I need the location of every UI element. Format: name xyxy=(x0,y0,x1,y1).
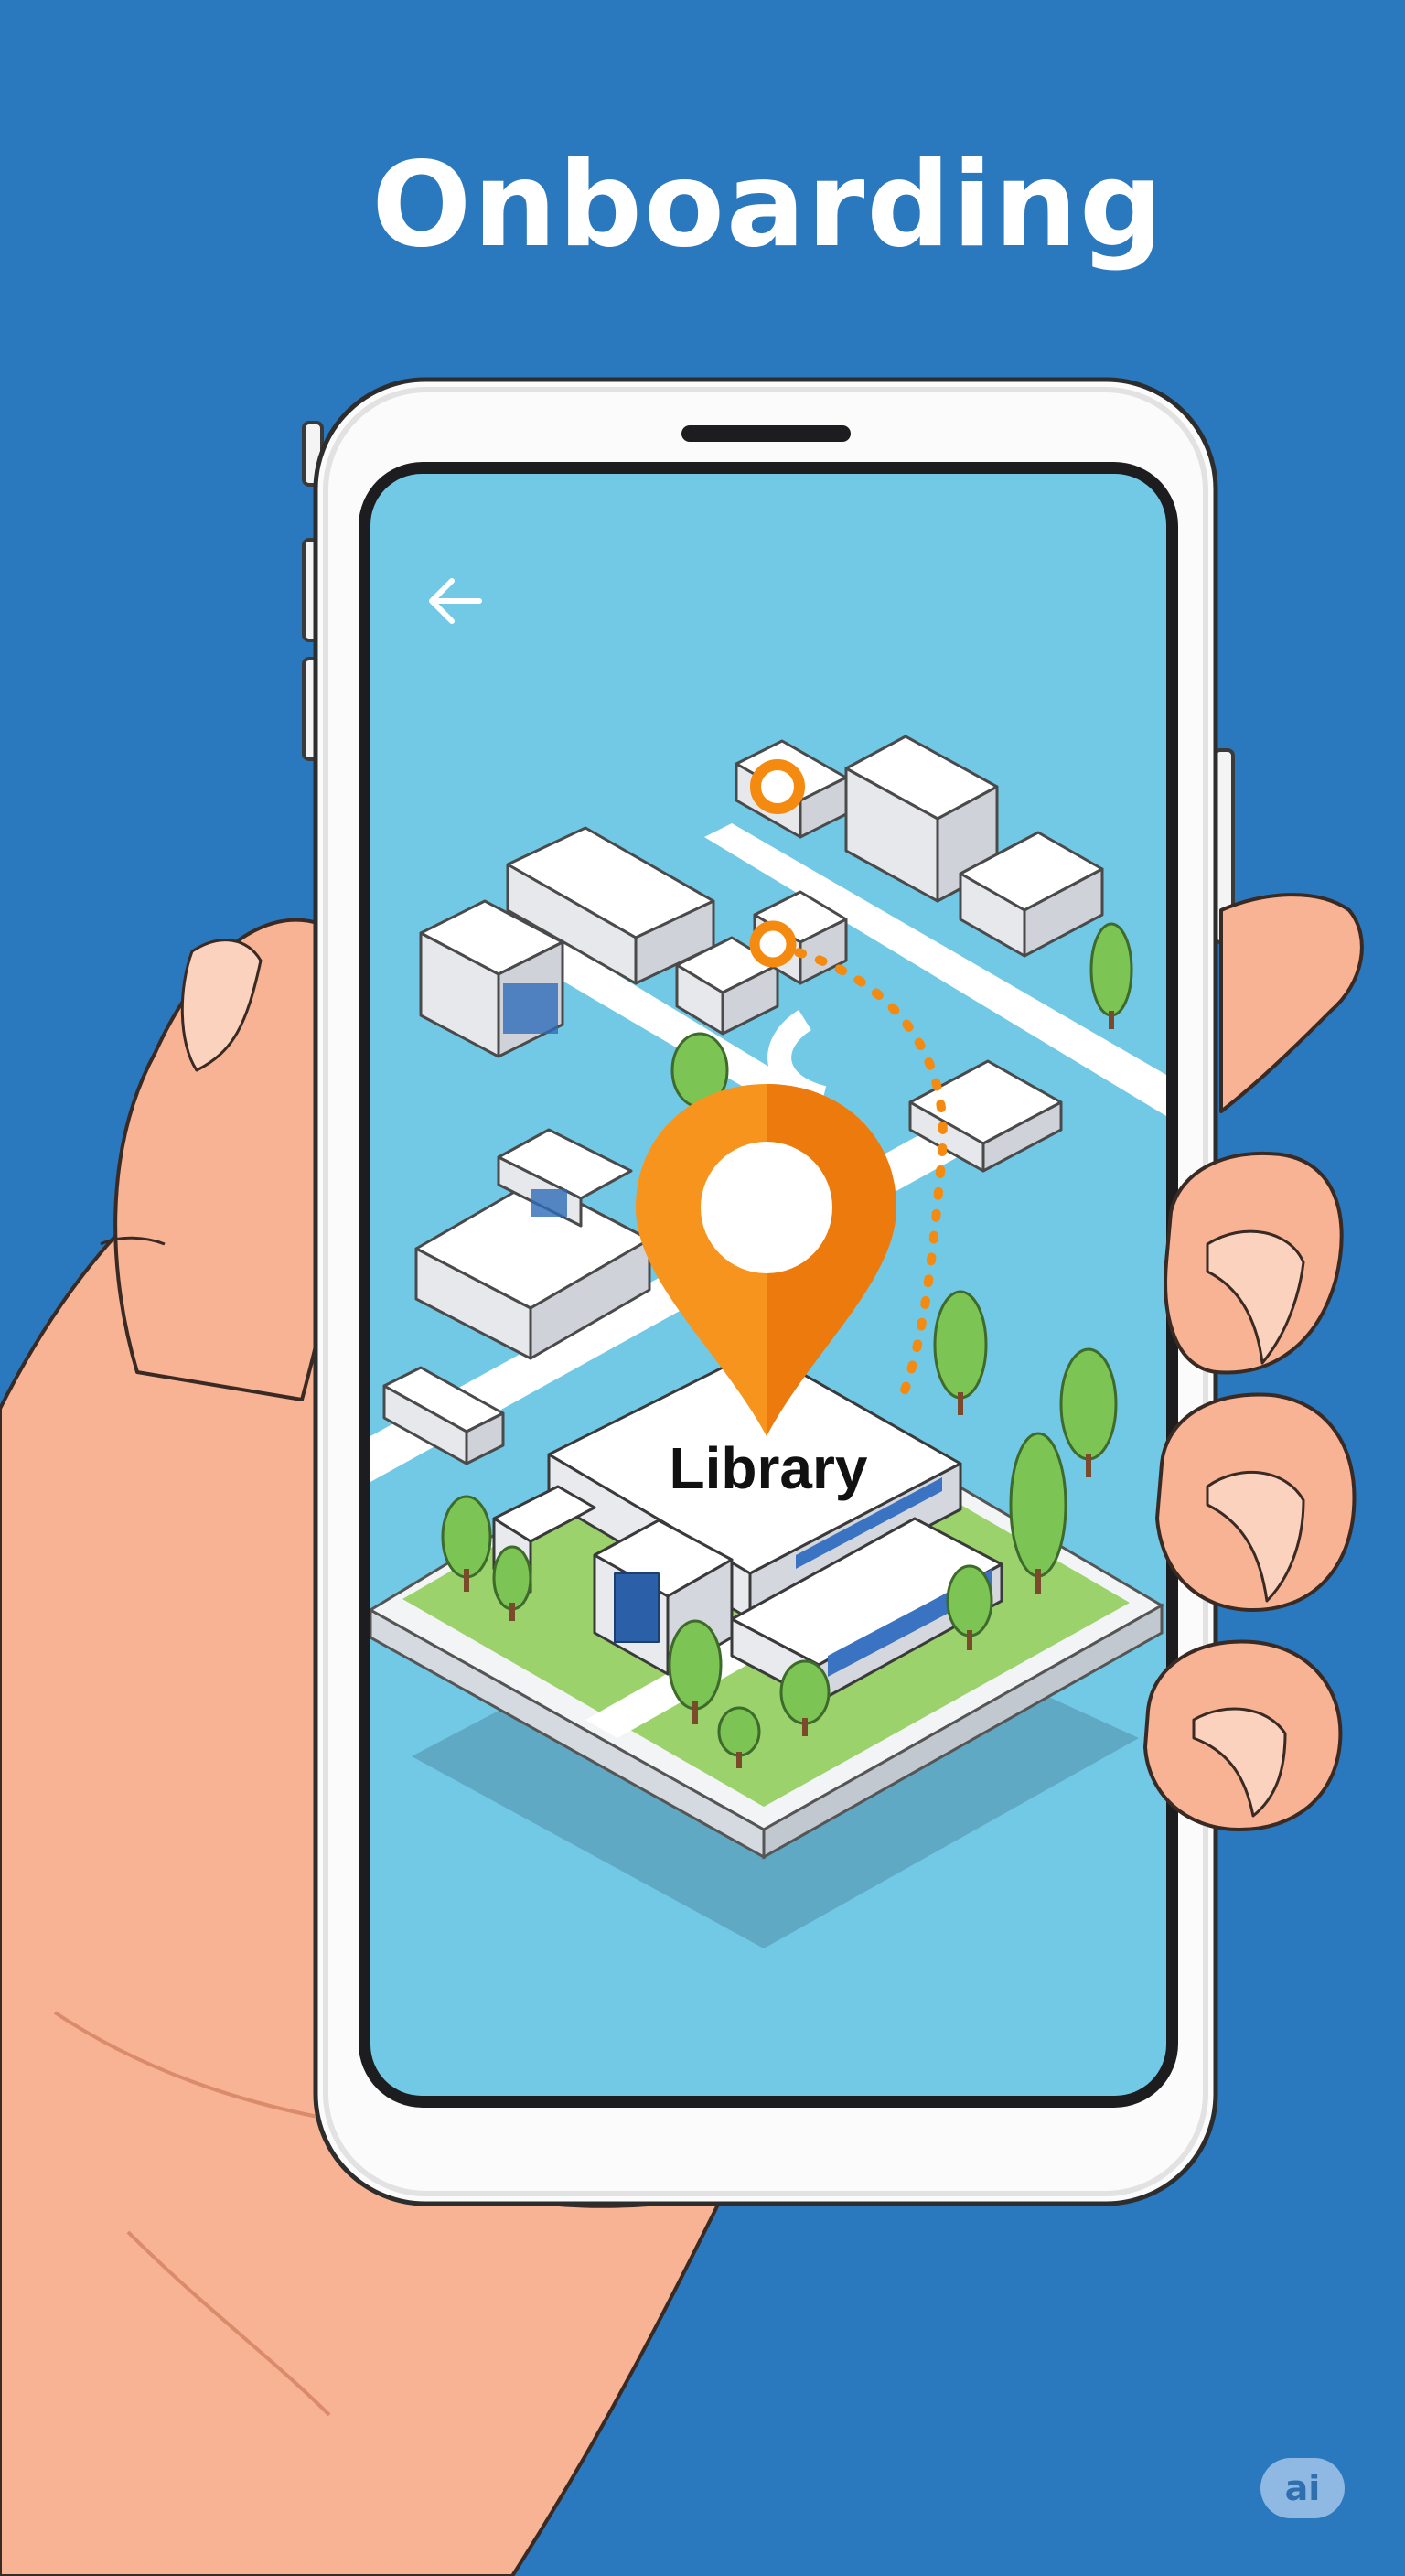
arrow-left-icon xyxy=(429,578,482,624)
onboarding-illustration: Onboarding Library ai xyxy=(0,0,1405,2576)
origin-location-icon xyxy=(750,759,805,814)
ai-badge: ai xyxy=(1260,2458,1345,2518)
page-title: Onboarding xyxy=(371,137,1165,274)
speaker-grille xyxy=(681,425,851,442)
waypoint-location-icon xyxy=(749,920,797,968)
destination-label: Library xyxy=(669,1435,868,1501)
scene-art xyxy=(0,0,1405,2576)
back-button[interactable] xyxy=(416,563,493,639)
